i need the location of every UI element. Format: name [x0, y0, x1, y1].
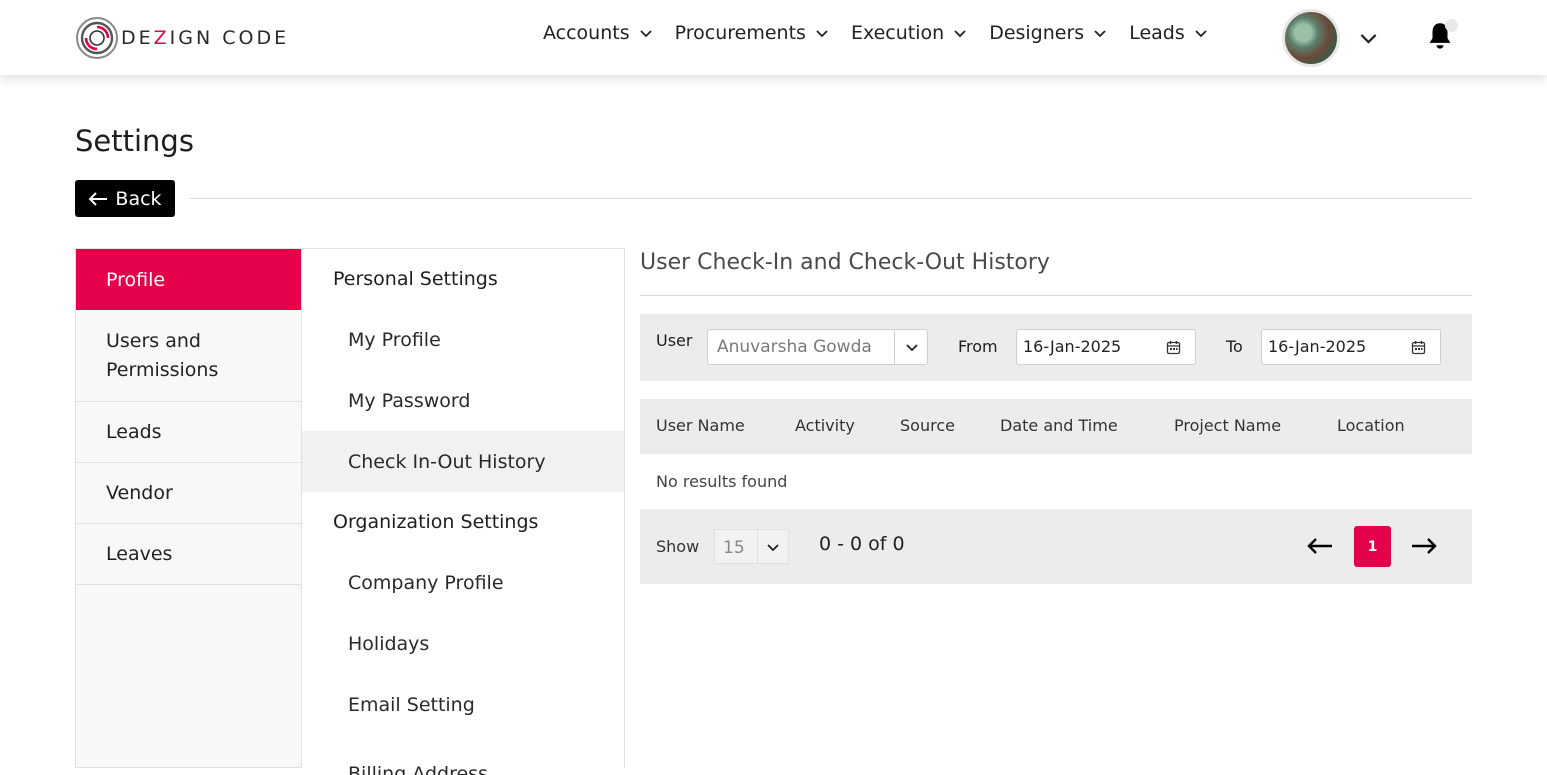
- dezign-code-logo[interactable]: DEZIGN CODE: [75, 16, 289, 60]
- user-select[interactable]: Anuvarsha Gowda: [707, 329, 928, 365]
- to-date-value: 16-Jan-2025: [1268, 337, 1367, 356]
- submenu-company-profile[interactable]: Company Profile: [302, 552, 624, 613]
- from-date-value: 16-Jan-2025: [1023, 337, 1122, 356]
- menu-item-users-permissions[interactable]: Users and Permissions: [76, 310, 301, 402]
- settings-secondary-menu: Personal Settings My Profile My Password…: [302, 248, 625, 775]
- column-activity[interactable]: Activity: [795, 416, 855, 435]
- submenu-label: Holidays: [348, 632, 430, 655]
- nav-procurements[interactable]: Procurements: [675, 22, 830, 44]
- submenu-my-profile[interactable]: My Profile: [302, 309, 624, 370]
- calendar-icon[interactable]: [1166, 340, 1181, 355]
- menu-item-profile[interactable]: Profile: [76, 249, 301, 310]
- column-date-time[interactable]: Date and Time: [1000, 416, 1118, 435]
- submenu-label: Check In-Out History: [348, 450, 546, 473]
- nav-designers-label: Designers: [989, 22, 1085, 44]
- column-location[interactable]: Location: [1337, 416, 1405, 435]
- column-project-name[interactable]: Project Name: [1174, 416, 1281, 435]
- to-date-input[interactable]: 16-Jan-2025: [1261, 329, 1441, 365]
- settings-primary-menu: Profile Users and Permissions Leads Vend…: [75, 248, 302, 768]
- chevron-down-icon: [639, 30, 652, 38]
- main-nav: Accounts Procurements Execution Designer…: [543, 22, 1230, 44]
- submenu-label: My Profile: [348, 328, 441, 351]
- submenu-my-password[interactable]: My Password: [302, 370, 624, 431]
- nav-accounts-label: Accounts: [543, 22, 630, 44]
- user-select-value: Anuvarsha Gowda: [717, 337, 872, 357]
- submenu-billing-address[interactable]: Billing Address: [302, 735, 624, 775]
- chevron-down-icon: [954, 30, 966, 38]
- logo-mark-icon: [76, 17, 118, 59]
- chevron-down-icon: [816, 30, 828, 38]
- menu-item-leads[interactable]: Leads: [76, 402, 301, 463]
- chevron-down-icon: [906, 344, 918, 352]
- chevron-down-icon[interactable]: [1359, 29, 1378, 48]
- column-user-name[interactable]: User Name: [656, 416, 745, 435]
- nav-execution[interactable]: Execution: [851, 22, 968, 44]
- nav-leads-label: Leads: [1129, 22, 1185, 44]
- table-header: User Name Activity Source Date and Time …: [640, 399, 1472, 454]
- from-date-label: From: [958, 337, 998, 356]
- pagination-range: 0 - 0 of 0: [819, 533, 905, 555]
- menu-item-label: Profile: [106, 268, 166, 291]
- submenu-email-setting[interactable]: Email Setting: [302, 674, 624, 735]
- organization-settings-heading: Organization Settings: [333, 511, 539, 533]
- menu-item-label: Vendor: [106, 482, 173, 504]
- back-button-label: Back: [115, 187, 162, 210]
- page-title: Settings: [75, 124, 194, 158]
- chevron-down-icon: [1195, 30, 1207, 38]
- chevron-down-icon: [1094, 30, 1106, 38]
- arrow-right-icon[interactable]: [1410, 536, 1438, 556]
- personal-settings-heading: Personal Settings: [333, 268, 498, 290]
- logo-text: DEZIGN CODE: [121, 27, 290, 49]
- arrow-left-icon: [89, 191, 108, 206]
- notification-dot: [1445, 19, 1458, 32]
- divider: [190, 198, 1472, 199]
- chevron-down-icon: [767, 544, 779, 552]
- select-divider: [757, 530, 758, 563]
- show-label: Show: [656, 537, 700, 556]
- panel-title: User Check-In and Check-Out History: [640, 248, 1472, 296]
- check-in-out-history-panel: User Check-In and Check-Out History User…: [640, 248, 1472, 584]
- nav-leads[interactable]: Leads: [1129, 22, 1209, 44]
- submenu-label: Billing Address: [348, 763, 488, 775]
- submenu-check-in-out-history[interactable]: Check In-Out History: [302, 431, 624, 492]
- menu-item-leaves[interactable]: Leaves: [76, 524, 301, 585]
- menu-item-vendor[interactable]: Vendor: [76, 463, 301, 524]
- arrow-left-icon[interactable]: [1306, 536, 1334, 556]
- calendar-icon[interactable]: [1411, 340, 1426, 355]
- page-size-value: 15: [723, 538, 745, 558]
- user-avatar[interactable]: [1282, 9, 1340, 67]
- submenu-label: Email Setting: [348, 693, 475, 716]
- column-source[interactable]: Source: [900, 416, 955, 435]
- nav-execution-label: Execution: [850, 22, 945, 44]
- nav-designers[interactable]: Designers: [989, 22, 1108, 44]
- menu-item-label: Leaves: [106, 543, 173, 565]
- to-date-label: To: [1226, 337, 1243, 356]
- submenu-label: Company Profile: [348, 571, 504, 594]
- empty-state-text: No results found: [656, 472, 788, 491]
- from-date-input[interactable]: 16-Jan-2025: [1016, 329, 1196, 365]
- page-number-button[interactable]: 1: [1354, 526, 1391, 567]
- menu-item-label: Users and Permissions: [106, 329, 219, 381]
- submenu-label: My Password: [348, 389, 471, 412]
- filter-bar: User Anuvarsha Gowda From 16-Jan-2025 To…: [640, 314, 1472, 381]
- back-button[interactable]: Back: [75, 180, 175, 217]
- page-size-select[interactable]: 15: [714, 529, 789, 564]
- nav-procurements-label: Procurements: [674, 22, 806, 44]
- pagination-bar: Show 15 0 - 0 of 0 1: [640, 509, 1472, 584]
- nav-accounts[interactable]: Accounts: [543, 22, 654, 44]
- top-navigation-bar: DEZIGN CODE Accounts Procurements Execut…: [0, 0, 1547, 75]
- select-divider: [894, 330, 895, 364]
- menu-item-label: Leads: [106, 421, 162, 443]
- user-filter-label: User: [656, 331, 693, 350]
- submenu-holidays[interactable]: Holidays: [302, 613, 624, 674]
